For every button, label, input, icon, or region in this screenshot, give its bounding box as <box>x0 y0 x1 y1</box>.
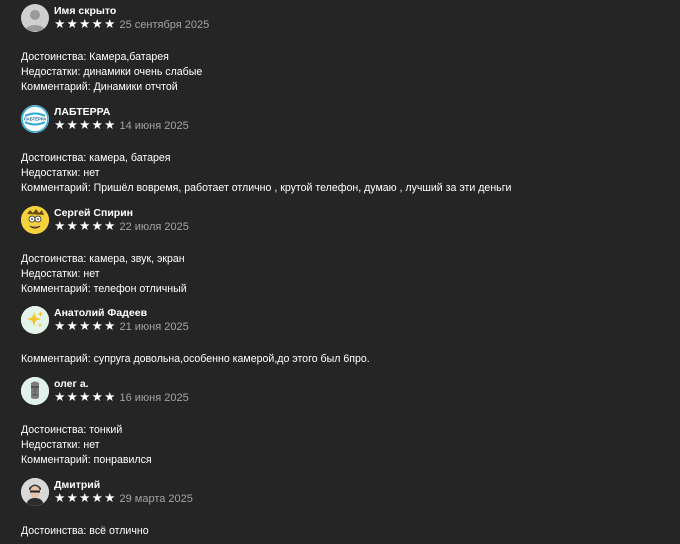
star-icon: ★ <box>54 118 66 132</box>
review-card: Анатолий Фадеев ★ ★ ★ ★ ★ 21 июня 2025 К… <box>21 306 661 367</box>
person-silhouette-icon <box>25 10 45 31</box>
star-icon: ★ <box>66 118 78 132</box>
star-icon: ★ <box>91 219 103 233</box>
star-icon: ★ <box>79 390 91 404</box>
author-name[interactable]: Имя скрыто <box>54 5 209 18</box>
star-icon: ★ <box>66 219 78 233</box>
star-icon: ★ <box>79 319 91 333</box>
star-rating: ★ ★ ★ ★ ★ <box>54 18 116 31</box>
avatar[interactable]: ЛАБТЕРРА <box>21 105 49 133</box>
rating: ★ ★ ★ ★ ★ 25 сентября 2025 <box>54 18 209 32</box>
review-body: Достоинства: камера, звук, экран Недоста… <box>21 252 661 297</box>
review-header: Имя скрыто ★ ★ ★ ★ ★ 25 сентября 2025 <box>21 4 661 32</box>
review-header: ЛАБТЕРРА ЛАБТЕРРА ★ ★ ★ ★ ★ 14 июня 2025 <box>21 105 661 133</box>
review-date: 29 марта 2025 <box>119 492 193 505</box>
review-comment: Комментарий: понравился <box>21 454 152 466</box>
review-header: Анатолий Фадеев ★ ★ ★ ★ ★ 21 июня 2025 <box>21 306 661 334</box>
star-rating: ★ ★ ★ ★ ★ <box>54 119 116 132</box>
star-icon: ★ <box>104 219 116 233</box>
review-pros: Достоинства: тонкий <box>21 424 123 436</box>
star-icon: ★ <box>104 118 116 132</box>
review-cons: Недостатки: нет <box>21 439 100 451</box>
avatar[interactable] <box>21 4 49 32</box>
sparkles-icon <box>21 306 49 334</box>
cartoon-face-icon <box>21 206 49 234</box>
star-icon: ★ <box>66 17 78 31</box>
star-icon: ★ <box>91 491 103 505</box>
author-name[interactable]: Анатолий Фадеев <box>54 307 189 320</box>
review-card: олег а. ★ ★ ★ ★ ★ 16 июня 2025 Достоинст… <box>21 377 661 468</box>
author-name[interactable]: Дмитрий <box>54 479 193 492</box>
review-header: Дмитрий ★ ★ ★ ★ ★ 29 марта 2025 <box>21 478 661 506</box>
star-icon: ★ <box>79 17 91 31</box>
star-icon: ★ <box>104 17 116 31</box>
star-icon: ★ <box>66 390 78 404</box>
rating: ★ ★ ★ ★ ★ 29 марта 2025 <box>54 492 193 506</box>
star-rating: ★ ★ ★ ★ ★ <box>54 391 116 404</box>
review-comment: Комментарий: Пришёл вовремя, работает от… <box>21 182 512 194</box>
star-icon: ★ <box>79 219 91 233</box>
review-pros: Достоинства: Камера,батарея <box>21 51 169 63</box>
review-header: олег а. ★ ★ ★ ★ ★ 16 июня 2025 <box>21 377 661 405</box>
moai-statue-icon <box>21 377 49 405</box>
star-icon: ★ <box>79 491 91 505</box>
star-icon: ★ <box>54 219 66 233</box>
star-icon: ★ <box>54 319 66 333</box>
star-rating: ★ ★ ★ ★ ★ <box>54 320 116 333</box>
review-card: Сергей Спирин ★ ★ ★ ★ ★ 22 июля 2025 Дос… <box>21 206 661 297</box>
review-card: Имя скрыто ★ ★ ★ ★ ★ 25 сентября 2025 До… <box>21 4 661 95</box>
person-photo-icon <box>21 478 49 506</box>
avatar[interactable] <box>21 478 49 506</box>
labterra-logo-icon: ЛАБТЕРРА <box>21 105 49 133</box>
review-pros: Достоинства: камера, батарея <box>21 152 171 164</box>
review-date: 16 июня 2025 <box>119 391 189 404</box>
review-pros: Достоинства: камера, звук, экран <box>21 253 185 265</box>
review-comment: Комментарий: телефон отличный <box>21 283 187 295</box>
star-icon: ★ <box>54 390 66 404</box>
star-icon: ★ <box>91 118 103 132</box>
review-pros: Достоинства: всё отлично <box>21 525 149 537</box>
star-rating: ★ ★ ★ ★ ★ <box>54 220 116 233</box>
review-card: ЛАБТЕРРА ЛАБТЕРРА ★ ★ ★ ★ ★ 14 июня 2025… <box>21 105 661 196</box>
avatar[interactable] <box>21 306 49 334</box>
review-card: Дмитрий ★ ★ ★ ★ ★ 29 марта 2025 Достоинс… <box>21 478 661 539</box>
review-comment: Комментарий: супруга довольна,особенно к… <box>21 353 370 365</box>
review-body: Достоинства: Камера,батарея Недостатки: … <box>21 50 661 95</box>
star-icon: ★ <box>54 17 66 31</box>
review-body: Комментарий: супруга довольна,особенно к… <box>21 352 661 367</box>
review-date: 14 июня 2025 <box>119 119 189 132</box>
author-name[interactable]: олег а. <box>54 378 189 391</box>
review-cons: Недостатки: динамики очень слабые <box>21 66 203 78</box>
review-cons: Недостатки: нет <box>21 167 100 179</box>
review-date: 25 сентября 2025 <box>119 18 210 31</box>
review-body: Достоинства: всё отлично <box>21 524 661 539</box>
author-name[interactable]: Сергей Спирин <box>54 207 189 220</box>
rating: ★ ★ ★ ★ ★ 22 июля 2025 <box>54 220 189 234</box>
rating: ★ ★ ★ ★ ★ 21 июня 2025 <box>54 320 189 334</box>
avatar[interactable] <box>21 206 49 234</box>
star-icon: ★ <box>91 17 103 31</box>
review-date: 21 июня 2025 <box>119 320 189 333</box>
review-cons: Недостатки: нет <box>21 268 100 280</box>
star-icon: ★ <box>104 319 116 333</box>
svg-text:ЛАБТЕРРА: ЛАБТЕРРА <box>24 117 46 122</box>
author-name[interactable]: ЛАБТЕРРА <box>54 106 189 119</box>
review-date: 22 июля 2025 <box>119 220 189 233</box>
rating: ★ ★ ★ ★ ★ 16 июня 2025 <box>54 391 189 405</box>
star-icon: ★ <box>104 390 116 404</box>
review-body: Достоинства: камера, батарея Недостатки:… <box>21 151 661 196</box>
star-icon: ★ <box>91 390 103 404</box>
star-icon: ★ <box>54 491 66 505</box>
avatar[interactable] <box>21 377 49 405</box>
star-icon: ★ <box>79 118 91 132</box>
star-icon: ★ <box>104 491 116 505</box>
review-comment: Комментарий: Динамики отчтой <box>21 81 178 93</box>
star-icon: ★ <box>66 491 78 505</box>
review-header: Сергей Спирин ★ ★ ★ ★ ★ 22 июля 2025 <box>21 206 661 234</box>
star-icon: ★ <box>66 319 78 333</box>
star-rating: ★ ★ ★ ★ ★ <box>54 492 116 505</box>
review-body: Достоинства: тонкий Недостатки: нет Комм… <box>21 423 661 468</box>
rating: ★ ★ ★ ★ ★ 14 июня 2025 <box>54 119 189 133</box>
star-icon: ★ <box>91 319 103 333</box>
